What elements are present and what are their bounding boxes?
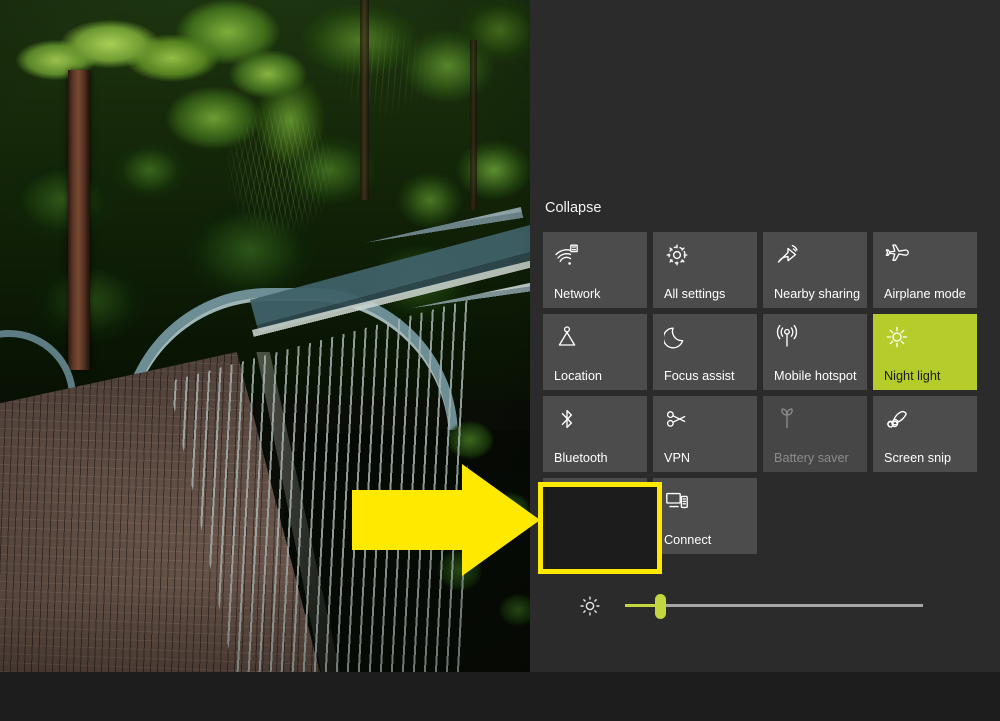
brightness-slider-thumb[interactable] <box>655 594 666 619</box>
tile-label: Connect <box>664 533 753 547</box>
yellow-arrow-pointer <box>352 464 540 576</box>
tile-bluetooth[interactable]: Bluetooth <box>543 396 647 472</box>
moon-icon <box>664 324 690 350</box>
quick-action-row: Network All settings Nearby sharing Airplan… <box>543 232 988 308</box>
tile-label: VPN <box>664 451 753 465</box>
network-wifi-icon <box>554 242 580 268</box>
brightness-sun-icon <box>578 594 602 618</box>
tile-nearby-sharing[interactable]: Nearby sharing <box>763 232 867 308</box>
sun-icon <box>884 324 910 350</box>
tile-label: Focus assist <box>664 369 753 383</box>
tile-label: Airplane mode <box>884 287 973 301</box>
quick-action-row: Location Focus assist Mobile hotspot Night … <box>543 314 988 390</box>
project-tile-highlight-box <box>538 482 662 574</box>
tile-empty-slot <box>763 478 867 554</box>
tile-label: Screen snip <box>884 451 973 465</box>
nearby-sharing-icon <box>774 242 800 268</box>
tile-label: Battery saver <box>774 451 863 465</box>
quick-action-row: Bluetooth VPN Battery saver Screen snip <box>543 396 988 472</box>
brightness-slider-row <box>578 592 938 620</box>
tile-network[interactable]: Network <box>543 232 647 308</box>
battery-leaf-icon <box>774 406 800 432</box>
tile-location[interactable]: Location <box>543 314 647 390</box>
snip-icon <box>884 406 910 432</box>
tile-label: All settings <box>664 287 753 301</box>
vpn-icon <box>664 406 690 432</box>
airplane-icon <box>884 242 910 268</box>
bluetooth-icon <box>554 406 580 432</box>
tile-focus-assist[interactable]: Focus assist <box>653 314 757 390</box>
gear-icon <box>664 242 690 268</box>
tile-all-settings[interactable]: All settings <box>653 232 757 308</box>
tile-label: Nearby sharing <box>774 287 863 301</box>
tile-night-light[interactable]: Night light <box>873 314 977 390</box>
tile-label: Location <box>554 369 643 383</box>
tile-airplane-mode[interactable]: Airplane mode <box>873 232 977 308</box>
connect-icon <box>664 488 690 514</box>
location-icon <box>554 324 580 350</box>
tile-connect[interactable]: Connect <box>653 478 757 554</box>
tile-label: Bluetooth <box>554 451 643 465</box>
desktop-screen: Collapse Network All settings Nearby shari… <box>0 0 1000 721</box>
taskbar: ENG 10:07 AM 17-03-2021 wsxdn.com <box>0 672 1000 721</box>
tile-mobile-hotspot[interactable]: Mobile hotspot <box>763 314 867 390</box>
tile-label: Mobile hotspot <box>774 369 863 383</box>
tile-empty-slot <box>873 478 977 554</box>
tile-label: Night light <box>884 369 973 383</box>
hotspot-icon <box>774 324 800 350</box>
collapse-button[interactable]: Collapse <box>545 200 601 216</box>
tile-label: Network <box>554 287 643 301</box>
tile-vpn[interactable]: VPN <box>653 396 757 472</box>
tile-screen-snip[interactable]: Screen snip <box>873 396 977 472</box>
tile-battery-saver[interactable]: Battery saver <box>763 396 867 472</box>
brightness-slider-track[interactable] <box>625 604 923 607</box>
